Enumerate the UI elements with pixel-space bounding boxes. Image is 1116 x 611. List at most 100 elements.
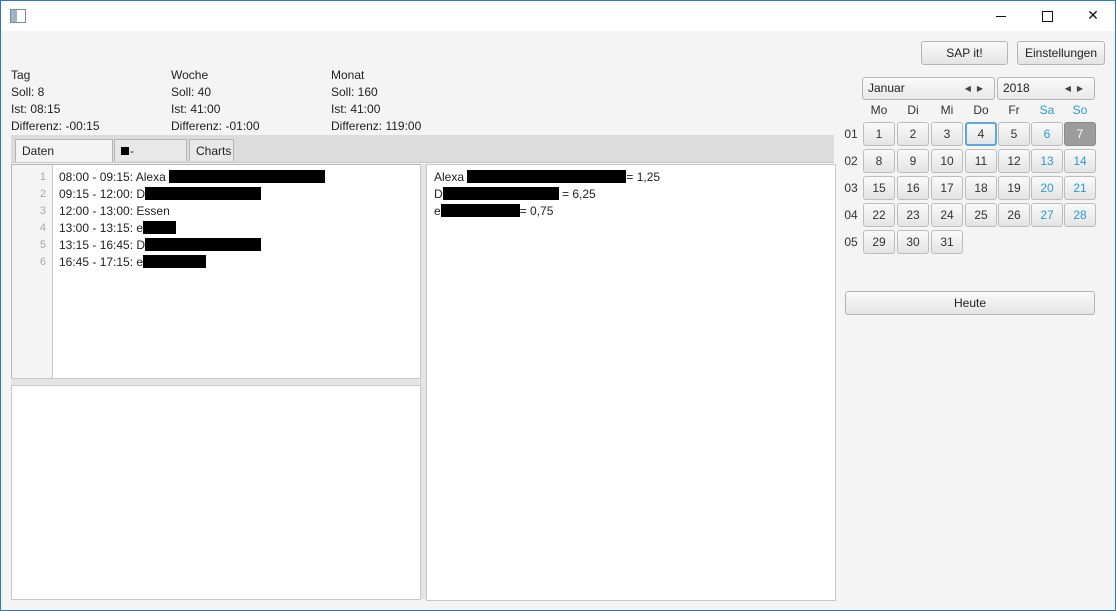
summary-line: Alexa = 1,25: [434, 170, 660, 184]
today-button[interactable]: Heute: [845, 291, 1095, 315]
calendar-day-cell[interactable]: 30: [897, 230, 929, 254]
stats-week-differenz: Differenz: -01:00: [171, 119, 260, 133]
calendar-day-cell[interactable]: 25: [965, 203, 997, 227]
calendar-day-cell[interactable]: 18: [965, 176, 997, 200]
stats-week-soll: Soll: 40: [171, 85, 212, 99]
summary-line-prefix: e: [434, 204, 441, 218]
year-arrows-icon[interactable]: ◀▶: [1065, 78, 1089, 99]
calendar-day-cell[interactable]: 19: [998, 176, 1030, 200]
maximize-button[interactable]: [1024, 1, 1070, 31]
stats-week-ist: Ist: 41:00: [171, 102, 221, 116]
calendar-day-cell[interactable]: 9: [897, 149, 929, 173]
line-number: 6: [39, 256, 46, 268]
editor-line: 12:00 - 13:00: Essen: [59, 204, 170, 218]
redacted-block: [143, 255, 207, 268]
sap-it-button[interactable]: SAP it!: [921, 41, 1008, 65]
calendar-day-cell[interactable]: 1: [863, 122, 895, 146]
calendar-day-cell[interactable]: 15: [863, 176, 895, 200]
calendar-day-cell[interactable]: 26: [998, 203, 1030, 227]
calendar-day-header: Fr: [1008, 103, 1020, 117]
calendar-day-cell[interactable]: 7: [1064, 122, 1096, 146]
line-number: 3: [39, 205, 46, 217]
redacted-block: [121, 147, 129, 155]
stats-day-title: Tag: [11, 68, 31, 82]
stats-month-ist: Ist: 41:00: [331, 102, 381, 116]
calendar-day-cell[interactable]: 4: [965, 122, 997, 146]
summary-line-value: = 0,75: [519, 204, 554, 218]
calendar-day-cell[interactable]: 5: [998, 122, 1030, 146]
summary-pane: Alexa = 1,25 D = 6,25 e = 0,75: [426, 164, 836, 601]
summary-line-prefix: Alexa: [434, 170, 465, 184]
calendar-day-cell[interactable]: 27: [1031, 203, 1063, 227]
calendar-day-cell[interactable]: 11: [965, 149, 997, 173]
line-number: 2: [39, 188, 46, 200]
stats-month-differenz: Differenz: 119:00: [331, 119, 422, 133]
redacted-block: [145, 238, 262, 251]
line-number: 1: [39, 171, 46, 183]
calendar-day-header: Di: [907, 103, 919, 117]
editor-line: 16:45 - 17:15: e: [59, 255, 207, 269]
calendar-day-cell[interactable]: 28: [1064, 203, 1096, 227]
close-button[interactable]: ✕: [1070, 1, 1116, 31]
month-spinner[interactable]: Januar ◀▶: [862, 77, 995, 100]
editor-line: 13:15 - 16:45: D: [59, 238, 262, 252]
calendar-day-cell[interactable]: 17: [931, 176, 963, 200]
calendar-day-header: Do: [973, 103, 989, 117]
calendar-day-cell[interactable]: 16: [897, 176, 929, 200]
minimize-button[interactable]: [978, 1, 1024, 31]
redacted-block: [145, 187, 262, 200]
tab-charts[interactable]: Charts: [189, 139, 234, 161]
stats-day-soll: Soll: 8: [11, 85, 45, 99]
calendar-day-cell[interactable]: 14: [1064, 149, 1096, 173]
calendar-day-cell[interactable]: 20: [1031, 176, 1063, 200]
redacted-block: [467, 170, 627, 183]
tab-daten-eingeben[interactable]: Daten eingeben: [15, 139, 113, 180]
calendar-day-cell[interactable]: 21: [1064, 176, 1096, 200]
close-icon: ✕: [1087, 8, 1099, 24]
calendar-week-number: 04: [844, 208, 858, 222]
calendar-day-cell[interactable]: 8: [863, 149, 895, 173]
line-number: 4: [39, 222, 46, 234]
calendar-day-cell[interactable]: 29: [863, 230, 895, 254]
lower-text-pane[interactable]: [11, 385, 421, 600]
calendar-day-cell[interactable]: 22: [863, 203, 895, 227]
minimize-icon: [996, 15, 1006, 17]
summary-line: e = 0,75: [434, 204, 553, 218]
editor-line-text: 16:45 - 17:15: e: [59, 255, 144, 269]
stats-month: Monat Soll: 160 Ist: 41:00 Differenz: 11…: [331, 67, 421, 135]
redacted-block: [442, 187, 559, 200]
app-icon: [10, 9, 26, 23]
calendar-day-header: So: [1072, 103, 1088, 117]
year-spinner[interactable]: 2018 ◀▶: [997, 77, 1095, 100]
stats-day: Tag Soll: 8 Ist: 08:15 Differenz: -00:15: [11, 67, 100, 135]
stats-day-differenz: Differenz: -00:15: [11, 119, 100, 133]
calendar-day-cell[interactable]: 12: [998, 149, 1030, 173]
maximize-icon: [1041, 10, 1053, 22]
line-number-gutter: 1 2 3 4 5 6: [12, 165, 53, 378]
calendar-day-cell[interactable]: 31: [931, 230, 963, 254]
editor-line-text: 13:15 - 16:45: D: [59, 238, 146, 252]
summary-line-value: = 6,25: [562, 187, 596, 201]
calendar-week-number: 05: [844, 235, 858, 249]
editor-line: 13:00 - 13:15: e: [59, 221, 177, 235]
redacted-block: [143, 221, 177, 234]
calendar-week-number: 03: [844, 181, 858, 195]
calendar-day-cell[interactable]: 3: [931, 122, 963, 146]
calendar-day-cell[interactable]: 24: [931, 203, 963, 227]
stats-week: Woche Soll: 40 Ist: 41:00 Differenz: -01…: [171, 67, 260, 135]
month-arrows-icon[interactable]: ◀▶: [965, 78, 989, 99]
tab-summary[interactable]: -Summary: [114, 139, 187, 180]
calendar-day-cell[interactable]: 10: [931, 149, 963, 173]
calendar-day-cell[interactable]: 13: [1031, 149, 1063, 173]
editor-line: 09:15 - 12:00: D: [59, 187, 262, 201]
calendar-day-cell[interactable]: 2: [897, 122, 929, 146]
calendar-day-header: Mi: [940, 103, 954, 117]
stats-month-title: Monat: [331, 68, 365, 82]
summary-line-prefix: D: [434, 187, 443, 201]
calendar-day-cell[interactable]: 23: [897, 203, 929, 227]
calendar-day-cell[interactable]: 6: [1031, 122, 1063, 146]
editor-line: 08:00 - 09:15: Alexa: [59, 170, 326, 184]
settings-button[interactable]: Einstellungen: [1017, 41, 1105, 65]
time-entry-editor[interactable]: 1 2 3 4 5 6 08:00 - 09:15: Alexa 09:15 -…: [11, 164, 421, 379]
calendar-day-header: Sa: [1039, 103, 1055, 117]
